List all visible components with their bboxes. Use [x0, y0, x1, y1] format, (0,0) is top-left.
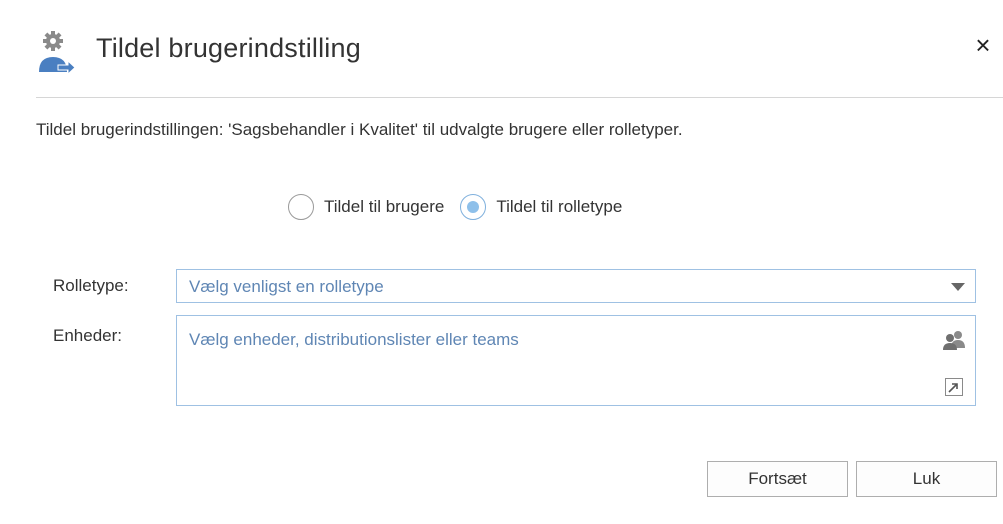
- dialog-description: Tildel brugerindstillingen: 'Sagsbehandl…: [36, 120, 683, 139]
- role-type-select[interactable]: Vælg venligst en rolletype: [176, 269, 976, 303]
- dialog-title: Tildel brugerindstilling: [96, 33, 361, 63]
- radio-assign-to-users[interactable]: Tildel til brugere: [288, 194, 444, 220]
- assign-user-setting-dialog: Tildel brugerindstilling × Tildel bruger…: [0, 0, 1003, 524]
- users-icon[interactable]: [942, 330, 966, 350]
- header-divider: [36, 97, 1003, 98]
- role-type-placeholder: Vælg venligst en rolletype: [189, 277, 384, 296]
- units-label: Enheder:: [53, 326, 122, 345]
- radio-label-role-type: Tildel til rolletype: [496, 197, 623, 216]
- radio-assign-to-role-type[interactable]: Tildel til rolletype: [460, 194, 622, 220]
- assign-mode-radio-group: Tildel til brugere Tildel til rolletype: [288, 192, 638, 222]
- radio-button-checked[interactable]: [460, 194, 487, 220]
- role-type-label: Rolletype:: [53, 276, 129, 295]
- close-button[interactable]: Luk: [856, 461, 997, 497]
- continue-button[interactable]: Fortsæt: [707, 461, 848, 497]
- radio-label-users: Tildel til brugere: [324, 197, 445, 216]
- user-settings-icon: [39, 31, 76, 74]
- chevron-down-icon[interactable]: [951, 283, 965, 291]
- units-picker-input[interactable]: Vælg enheder, distributionslister eller …: [176, 315, 976, 406]
- expand-icon[interactable]: [945, 378, 963, 396]
- radio-button-unchecked[interactable]: [288, 194, 314, 220]
- close-icon[interactable]: ×: [968, 30, 998, 60]
- units-placeholder: Vælg enheder, distributionslister eller …: [189, 330, 519, 349]
